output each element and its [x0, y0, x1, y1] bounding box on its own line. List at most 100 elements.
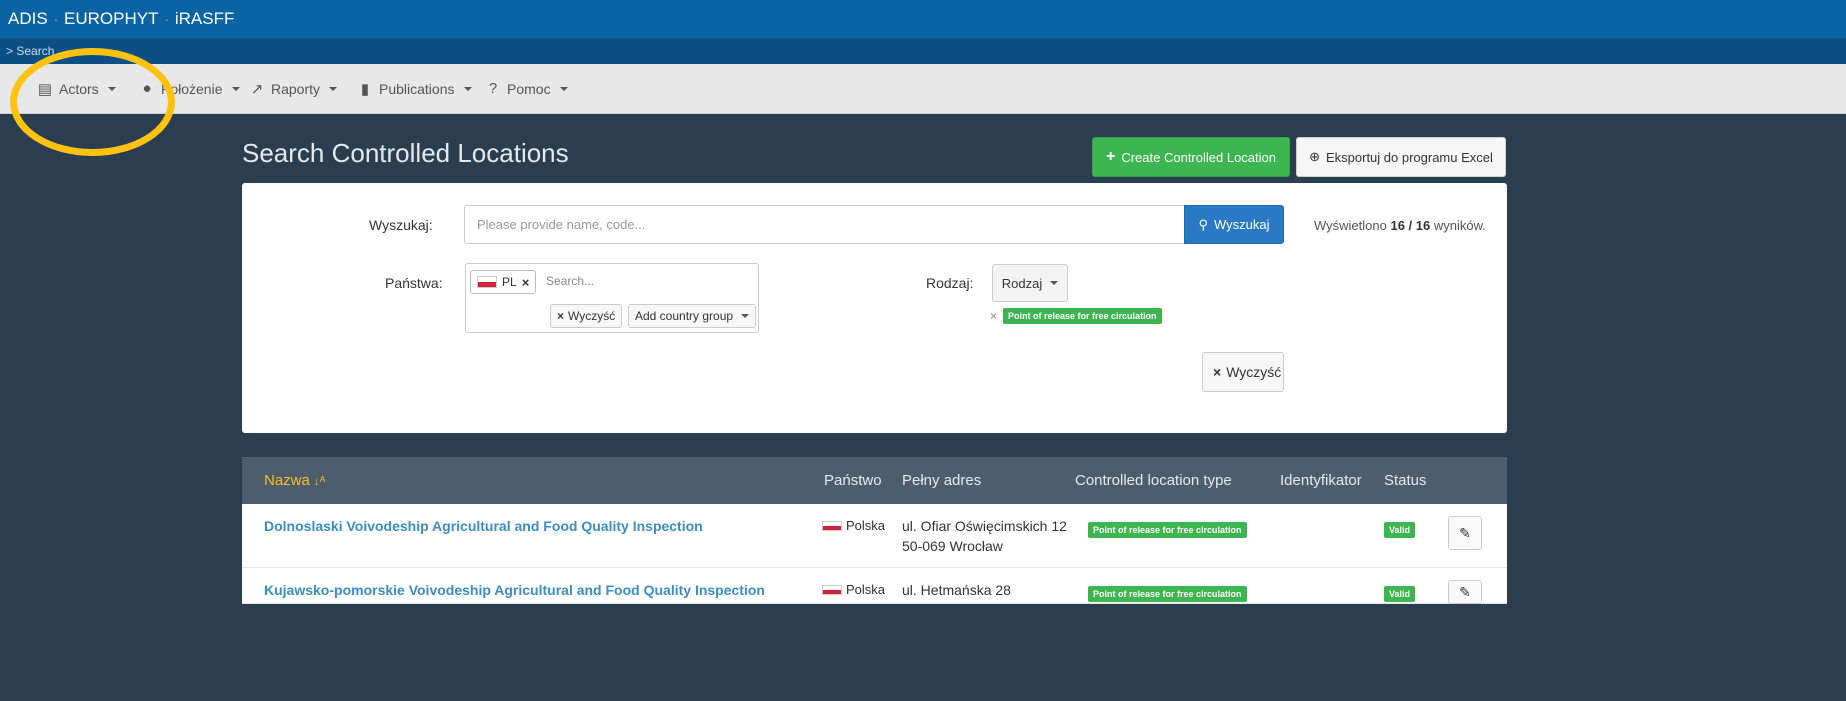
add-country-group-button[interactable]: Add country group [628, 304, 757, 328]
menu-raporty[interactable]: ↗ Raporty [248, 80, 338, 98]
results-number: 16 / 16 [1390, 218, 1431, 233]
column-name-header[interactable]: Nazwa ↓ᴬ [264, 472, 325, 489]
row-address-line1: ul. Hetmańska 28 [902, 582, 1011, 598]
clear-all-label: Wyczyść [1226, 364, 1282, 380]
separator: · [164, 11, 169, 27]
filter-panel: Wyszukaj: Please provide name, code... ⚲… [242, 183, 1507, 433]
link-europhyt[interactable]: EUROPHYT [64, 9, 158, 29]
plus-icon: + [1106, 148, 1116, 165]
poland-flag-icon [822, 520, 842, 531]
download-circle-icon: ⊕ [1309, 149, 1320, 164]
column-type-header: Controlled location type [1075, 472, 1232, 489]
caret-down-icon [559, 86, 568, 91]
row-type-badge: Point of release for free circulation [1088, 586, 1247, 602]
row-country: Polska [822, 582, 885, 597]
search-input[interactable]: Please provide name, code... [464, 205, 1184, 244]
times-icon: × [1213, 364, 1222, 380]
page-title: Search Controlled Locations [242, 138, 569, 168]
separator: · [53, 11, 59, 27]
search-button-label: Wyszukaj [1214, 217, 1270, 232]
search-placeholder: Please provide name, code... [477, 217, 646, 232]
column-status-header: Status [1384, 472, 1427, 489]
menu-polozenie[interactable]: ● Położenie [138, 80, 240, 97]
results-table: Nazwa ↓ᴬ Państwo Pełny adres Controlled … [242, 457, 1507, 604]
search-button[interactable]: ⚲ Wyszukaj [1184, 205, 1284, 244]
column-country-header: Państwo [824, 472, 882, 489]
main-menu: ▤ Actors ● Położenie ↗ Raporty ▮ Publica… [0, 64, 1846, 114]
column-address-header: Pełny adres [902, 472, 982, 489]
menu-publications[interactable]: ▮ Publications [356, 80, 472, 98]
remove-type-icon[interactable]: × [990, 309, 997, 323]
id-card-icon: ▤ [37, 81, 53, 98]
results-prefix: Wyświetlono [1314, 218, 1387, 233]
table-header: Nazwa ↓ᴬ Państwo Pełny adres Controlled … [242, 457, 1507, 504]
menu-pomoc-label: Pomoc [507, 80, 551, 97]
type-button-label: Rodzaj [1001, 275, 1043, 291]
type-dropdown-button[interactable]: Rodzaj [992, 264, 1068, 302]
edit-button[interactable]: ✎ [1448, 580, 1482, 604]
row-name-link[interactable]: Dolnoslaski Voivodeship Agricultural and… [264, 518, 703, 534]
caret-down-icon [1050, 281, 1059, 285]
clear-countries-button[interactable]: × Wyczyść [550, 304, 623, 328]
row-type-badge: Point of release for free circulation [1088, 522, 1247, 538]
globe-icon: ● [142, 80, 152, 97]
menu-publications-label: Publications [379, 81, 455, 97]
country-multiselect[interactable]: PL × Search... × Wyczyść Add country gro… [465, 263, 759, 333]
row-type: Point of release for free circulation [1088, 584, 1247, 602]
row-address-line2: 50-069 Wrocław [902, 538, 1003, 554]
book-icon: ▮ [360, 81, 370, 98]
clear-countries-label: Wyczyść [568, 309, 616, 323]
row-country: Polska [822, 518, 885, 533]
row-country-label: Polska [846, 518, 886, 533]
column-identifier-header: Identyfikator [1280, 472, 1362, 489]
menu-actors[interactable]: ▤ Actors [36, 80, 116, 98]
create-controlled-location-button[interactable]: + Create Controlled Location [1092, 137, 1290, 177]
caret-down-icon [463, 87, 472, 91]
link-adis[interactable]: ADIS [8, 9, 48, 29]
caret-down-icon [231, 86, 240, 91]
times-icon: × [557, 309, 565, 323]
question-circle-icon: ? [488, 80, 498, 97]
type-badge: Point of release for free circulation [1003, 308, 1162, 324]
search-icon: ⚲ [1198, 216, 1208, 232]
results-count: Wyświetlono 16 / 16 wyników. [1314, 218, 1486, 233]
add-group-label: Add country group [635, 309, 734, 323]
create-label: Create Controlled Location [1121, 149, 1276, 165]
edit-button[interactable]: ✎ [1448, 516, 1482, 550]
remove-tag-icon[interactable]: × [522, 275, 530, 290]
export-excel-button[interactable]: ⊕ Eksportuj do programu Excel [1296, 137, 1506, 177]
status-badge: Valid [1384, 586, 1416, 602]
row-address: ul. Ofiar Oświęcimskich 12 50-069 Wrocła… [902, 516, 1067, 556]
menu-raporty-label: Raporty [271, 81, 321, 97]
row-status: Valid [1384, 584, 1416, 602]
breadcrumb[interactable]: > Search [6, 44, 54, 58]
countries-label: Państwa: [385, 275, 443, 291]
export-label: Eksportuj do programu Excel [1325, 149, 1493, 165]
table-row: Kujawsko-pomorskie Voivodeship Agricultu… [242, 568, 1507, 604]
row-address-line1: ul. Ofiar Oświęcimskich 12 [902, 518, 1067, 534]
country-tag-pl: PL × [470, 270, 537, 294]
selected-type-chip: × Point of release for free circulation [990, 308, 1162, 324]
row-name-link[interactable]: Kujawsko-pomorskie Voivodeship Agricultu… [264, 582, 765, 598]
link-irasff[interactable]: iRASFF [175, 9, 235, 29]
sort-alpha-icon: ↓ᴬ [313, 473, 326, 488]
top-bar: ADIS · EUROPHYT · iRASFF [0, 0, 1846, 38]
pencil-icon: ✎ [1459, 524, 1471, 541]
country-tag-label: PL [502, 275, 517, 289]
country-search-input[interactable]: Search... [546, 274, 594, 288]
menu-pomoc[interactable]: ? Pomoc [484, 80, 568, 97]
caret-down-icon [107, 87, 116, 91]
clear-all-button[interactable]: × Wyczyść [1202, 352, 1284, 392]
row-status: Valid [1384, 520, 1416, 538]
column-name-label: Nazwa [264, 472, 310, 489]
row-type: Point of release for free circulation [1088, 520, 1247, 538]
type-label: Rodzaj: [926, 275, 974, 291]
breadcrumb-bar: > Search [0, 38, 1846, 64]
caret-down-icon [329, 87, 338, 91]
system-links: ADIS · EUROPHYT · iRASFF [8, 9, 234, 29]
results-suffix: wyników. [1433, 218, 1486, 233]
status-badge: Valid [1384, 522, 1416, 538]
poland-flag-icon [822, 584, 842, 595]
table-row: Dolnoslaski Voivodeship Agricultural and… [242, 504, 1507, 568]
menu-actors-label: Actors [59, 81, 99, 97]
